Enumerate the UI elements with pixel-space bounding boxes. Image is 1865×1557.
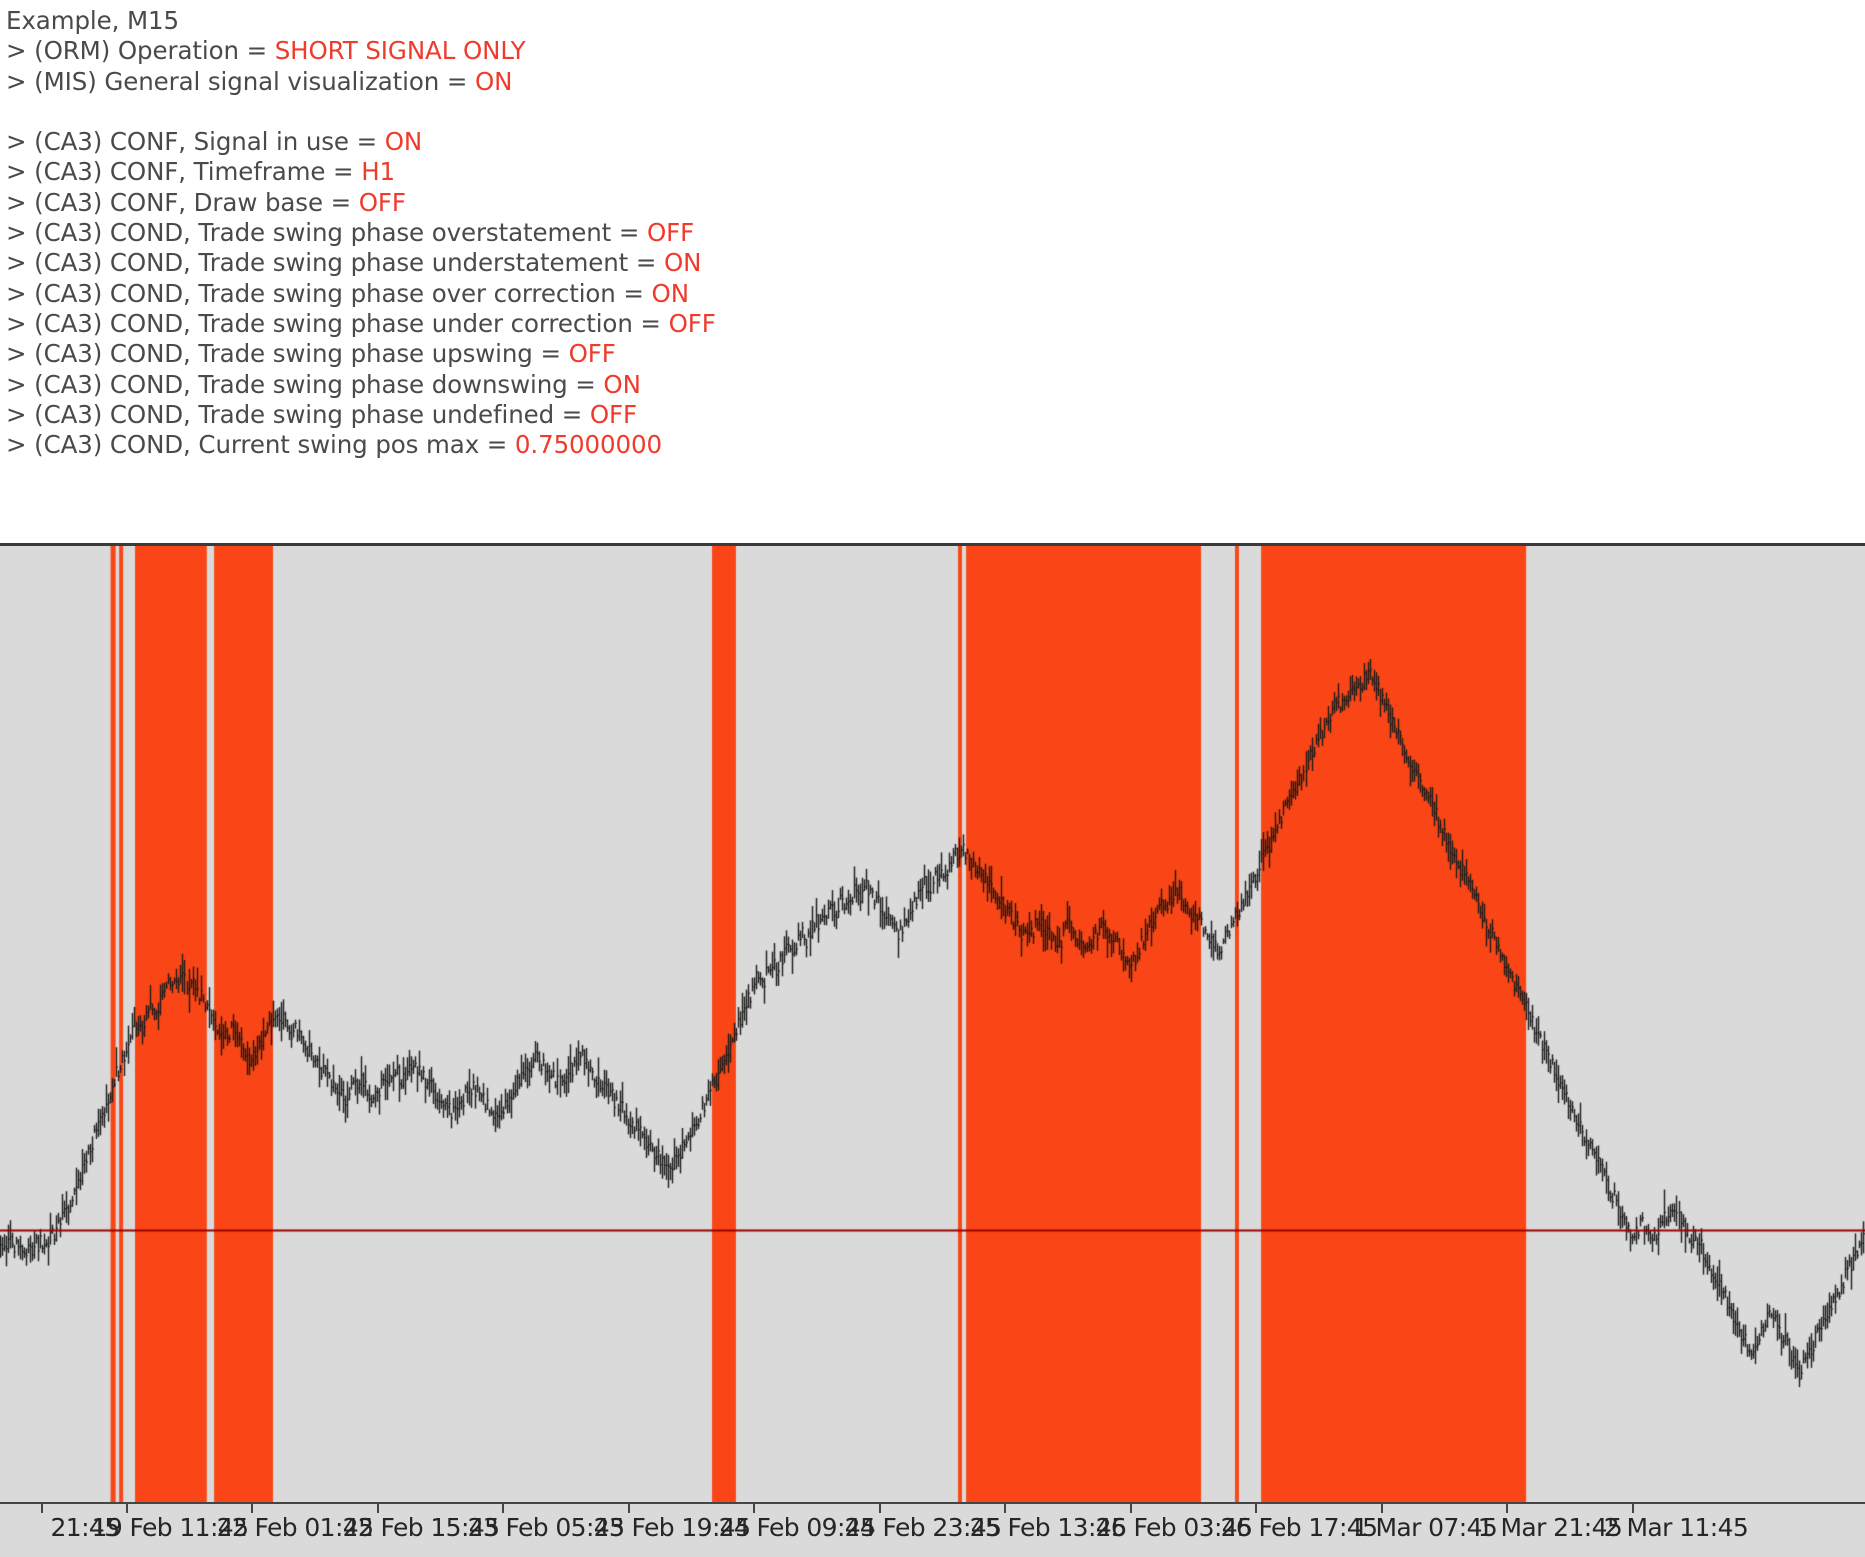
log-line-value: OFF: [668, 308, 716, 338]
log-line: > (CA3) COND, Trade swing phase downswin…: [6, 370, 1865, 400]
log-line-label: > (CA3) COND, Trade swing phase undefine…: [6, 399, 590, 429]
log-line-value: H1: [361, 157, 395, 187]
price-chart-region: 21:45 19 Feb 11:45 22 Feb 01:45 22 Feb 15:4…: [0, 543, 1865, 1557]
axis-tick-mark: [879, 1504, 881, 1513]
log-line-label: > (MIS) General signal visualization =: [6, 66, 475, 96]
application-root: Example, M15 > (ORM) Operation = SHORT SI…: [0, 0, 1865, 1557]
log-line-label: > (CA3) CONF, Signal in use =: [6, 127, 385, 157]
log-line: > (CA3) COND, Trade swing phase undefine…: [6, 400, 1865, 430]
log-line-label: > (CA3) COND, Trade swing phase overstat…: [6, 218, 647, 248]
axis-tick-mark: [502, 1504, 504, 1513]
log-line-label: > (CA3) COND, Trade swing phase upswing …: [6, 339, 569, 369]
log-line-blank: [6, 97, 1865, 127]
log-line-value: OFF: [646, 218, 695, 248]
axis-tick-label: 2 Mar 11:45: [1603, 1513, 1749, 1542]
axis-tick-mark: [1004, 1504, 1006, 1513]
chart-time-axis: 21:45 19 Feb 11:45 22 Feb 01:45 22 Feb 15:4…: [0, 1502, 1865, 1557]
log-line: > (CA3) COND, Trade swing phase understa…: [6, 248, 1865, 278]
axis-tick-mark: [1632, 1504, 1634, 1513]
log-line: > (CA3) CONF, Signal in use = ON: [6, 127, 1865, 157]
axis-tick-mark: [377, 1504, 379, 1513]
axis-tick-mark: [126, 1504, 128, 1513]
axis-tick-mark: [1381, 1504, 1383, 1513]
log-line-label: > (CA3) COND, Trade swing phase understa…: [6, 248, 664, 278]
log-line-label: > (CA3) COND, Trade swing phase downswin…: [6, 369, 604, 399]
chart-plot-area[interactable]: [0, 546, 1865, 1502]
axis-tick-mark: [753, 1504, 755, 1513]
log-line-value: ON: [603, 369, 641, 399]
log-line-value: ON: [664, 248, 702, 278]
log-line: > (CA3) COND, Trade swing phase overstat…: [6, 218, 1865, 248]
log-line: > (CA3) COND, Trade swing phase under co…: [6, 309, 1865, 339]
log-line-label: > (CA3) CONF, Timeframe =: [6, 157, 362, 187]
log-line-value: ON: [474, 66, 513, 96]
axis-tick-mark: [1506, 1504, 1508, 1513]
log-line: > (CA3) CONF, Timeframe = H1: [6, 157, 1865, 187]
log-line-label: > (ORM) Operation =: [6, 36, 275, 66]
settings-log-panel: Example, M15 > (ORM) Operation = SHORT SI…: [0, 0, 1865, 543]
axis-tick-label: 1 Mar 07:45: [1352, 1513, 1498, 1542]
log-line-value: ON: [651, 278, 690, 308]
ohlc-price-canvas[interactable]: [0, 546, 1865, 1502]
log-line-label: > (CA3) COND, Current swing pos max =: [6, 430, 515, 460]
log-line: > (CA3) COND, Trade swing phase upswing …: [6, 339, 1865, 369]
axis-tick-mark: [1255, 1504, 1257, 1513]
log-line-value: OFF: [568, 339, 616, 369]
log-line: > (ORM) Operation = SHORT SIGNAL ONLY: [6, 36, 1865, 66]
axis-tick-mark: [628, 1504, 630, 1513]
log-line: > (CA3) CONF, Draw base = OFF: [6, 188, 1865, 218]
log-line-label: > (CA3) COND, Trade swing phase over cor…: [6, 278, 652, 308]
log-line-label: > (CA3) COND, Trade swing phase under co…: [6, 308, 669, 338]
log-line: Example, M15: [6, 6, 1865, 36]
axis-tick-mark: [251, 1504, 253, 1513]
axis-tick-mark: [1130, 1504, 1132, 1513]
log-line: > (CA3) COND, Trade swing phase over cor…: [6, 279, 1865, 309]
log-line-value: OFF: [589, 399, 638, 429]
log-line-label: > (CA3) CONF, Draw base =: [6, 187, 359, 217]
axis-tick-mark: [41, 1504, 43, 1513]
log-line-label: Example, M15: [6, 6, 179, 35]
axis-tick-label: 1 Mar 21:45: [1477, 1513, 1623, 1542]
log-line-value: SHORT SIGNAL ONLY: [274, 36, 526, 66]
log-line-value: 0.75000000: [514, 430, 662, 460]
log-line: > (CA3) COND, Current swing pos max = 0.…: [6, 430, 1865, 460]
log-line: > (MIS) General signal visualization = O…: [6, 67, 1865, 97]
log-line-value: ON: [384, 127, 423, 157]
log-line-value: OFF: [358, 187, 406, 217]
